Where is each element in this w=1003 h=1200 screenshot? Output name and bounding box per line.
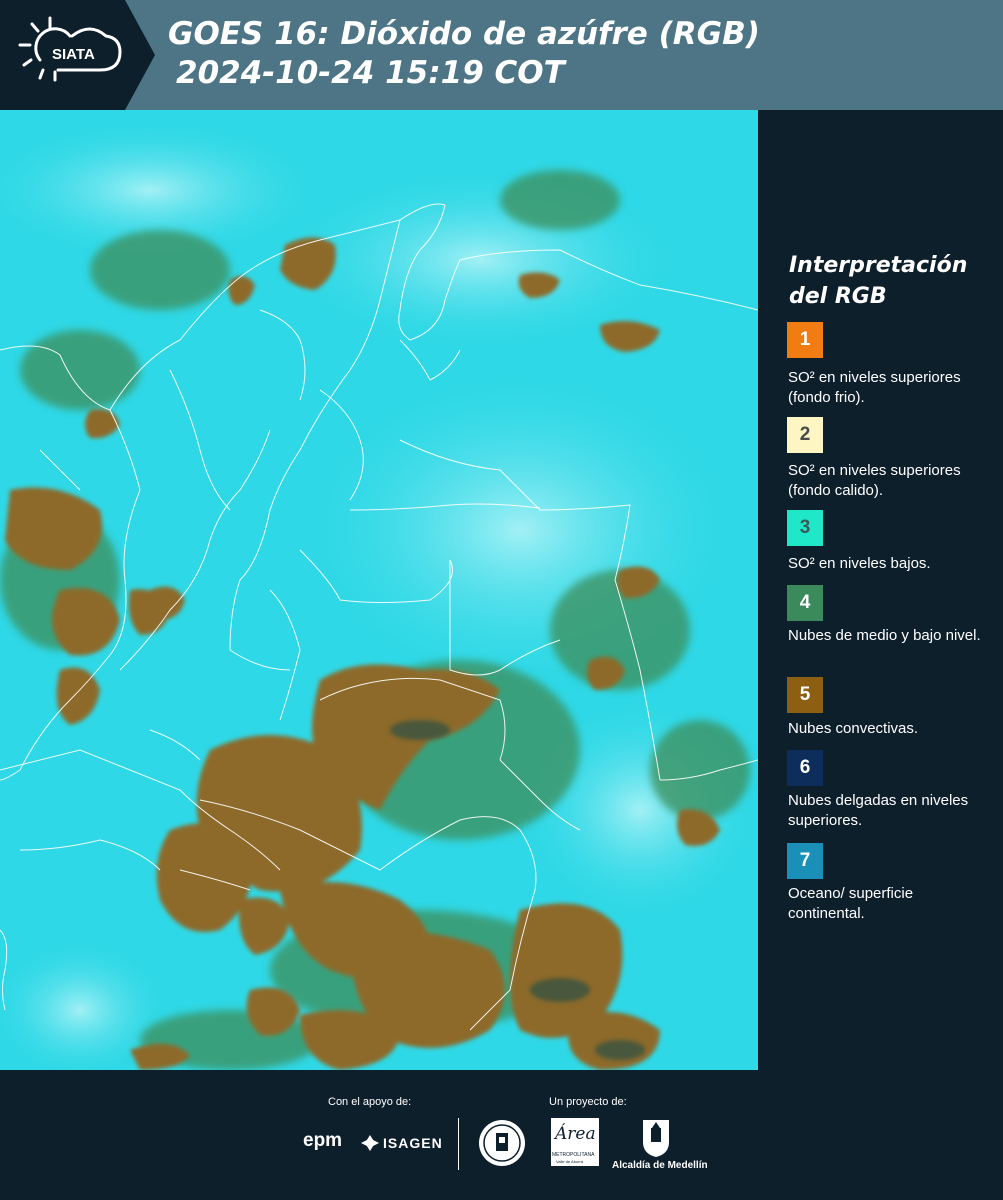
legend-title-line1: Interpretación (789, 253, 968, 278)
alcaldia-crest-icon (640, 1118, 672, 1163)
epm-logo: epm (303, 1130, 343, 1151)
legend-label-7: Oceano/ superficie continental. (788, 885, 914, 922)
siata-logo-text: SIATA (52, 46, 95, 63)
isagen-icon (359, 1134, 381, 1157)
siata-logo: SIATA (0, 0, 155, 110)
alcaldia-label: Alcaldía de Medellín (612, 1160, 708, 1171)
satellite-map (0, 110, 758, 1070)
legend-title-line2: del RGB (789, 284, 887, 309)
legend-swatch-7: 7 (787, 843, 823, 879)
legend-panel: Interpretación del RGB 1 SO² en niveles s… (760, 110, 1003, 1070)
legend-swatch-6: 6 (787, 750, 823, 786)
isagen-logo: ISAGEN (383, 1135, 443, 1151)
project-label: Un proyecto de: (549, 1096, 627, 1108)
footer: Con el apoyo de: Un proyecto de: epm ISA… (0, 1070, 1003, 1200)
legend-swatch-4: 4 (787, 585, 823, 621)
page-title: GOES 16: Dióxido de azúfre (RGB) (168, 16, 760, 52)
legend-label-1: SO² en niveles superiores (fondo frio). (788, 369, 961, 406)
legend-label-5: Nubes convectivas. (788, 720, 919, 737)
support-label: Con el apoyo de: (328, 1096, 412, 1108)
legend-swatch-1: 1 (787, 322, 823, 358)
legend-label-3: SO² en niveles bajos. (788, 555, 931, 572)
legend-label-6: Nubes delgadas en niveles superiores. (788, 792, 969, 829)
legend-label-4: Nubes de medio y bajo nivel. (788, 627, 981, 644)
seal-icon (477, 1118, 527, 1173)
legend-label-2: SO² en niveles superiores (fondo calido)… (788, 462, 961, 499)
legend-title: Interpretación del RGB (789, 250, 979, 312)
area-logo-name: Área (555, 1124, 596, 1144)
footer-divider (458, 1118, 459, 1170)
page-timestamp: 2024-10-24 15:19 COT (176, 55, 565, 91)
area-metropolitana-logo: Área METROPOLITANA Valle de Aburrá (551, 1118, 599, 1166)
legend-swatch-3: 3 (787, 510, 823, 546)
header-bar: SIATA GOES 16: Dióxido de azúfre (RGB) 2… (0, 0, 1003, 110)
legend-swatch-5: 5 (787, 677, 823, 713)
area-logo-sub: METROPOLITANA (552, 1152, 595, 1158)
legend-swatch-2: 2 (787, 417, 823, 453)
area-logo-sub2: Valle de Aburrá (556, 1159, 584, 1164)
